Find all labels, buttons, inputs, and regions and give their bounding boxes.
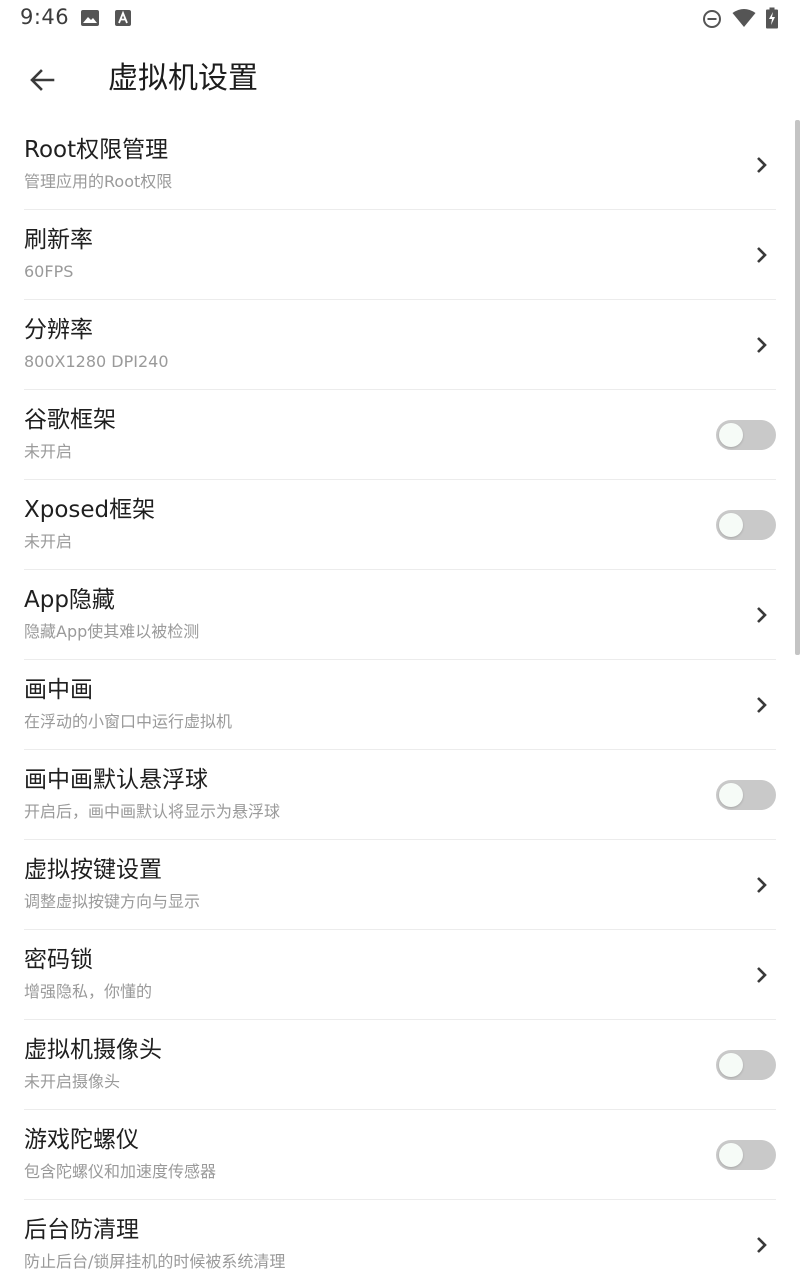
scrollbar[interactable] (795, 120, 800, 655)
setting-subtitle: 开启后，画中画默认将显示为悬浮球 (24, 802, 281, 821)
setting-title: 虚拟按键设置 (24, 857, 162, 883)
setting-subtitle: 调整虚拟按键方向与显示 (24, 892, 201, 911)
setting-subtitle: 800X1280 DPI240 (24, 352, 169, 371)
toolbar: 虚拟机设置 (0, 36, 800, 122)
toggle-knob (719, 1143, 743, 1167)
toggle-knob (719, 783, 743, 807)
xposed-framework-toggle[interactable] (716, 510, 776, 540)
page-title: 虚拟机设置 (108, 61, 258, 96)
setting-title: 画中画默认悬浮球 (24, 767, 208, 793)
setting-subtitle: 管理应用的Root权限 (24, 172, 173, 191)
setting-title: Xposed框架 (24, 497, 156, 523)
setting-item-pip-floating-ball[interactable]: 画中画默认悬浮球开启后，画中画默认将显示为悬浮球 (24, 750, 776, 840)
status-bar: 9:46 (0, 0, 800, 36)
chevron-right-icon (757, 877, 767, 893)
pip-floating-ball-toggle[interactable] (716, 780, 776, 810)
setting-item-resolution[interactable]: 分辨率 800X1280 DPI240 (24, 300, 776, 390)
setting-title: 分辨率 (24, 317, 93, 343)
setting-title: 密码锁 (24, 947, 93, 973)
toggle-knob (719, 1053, 743, 1077)
setting-title: 虚拟机摄像头 (24, 1037, 162, 1063)
settings-list: Root权限管理管理应用的Root权限刷新率 60FPS 分辨率 800X1280 D… (0, 120, 800, 1280)
setting-title: 画中画 (24, 677, 93, 703)
setting-item-virtual-keys[interactable]: 虚拟按键设置调整虚拟按键方向与显示 (24, 840, 776, 930)
wifi-icon (732, 9, 756, 27)
setting-subtitle: 在浮动的小窗口中运行虚拟机 (24, 712, 233, 731)
setting-subtitle: 未开启 (24, 442, 73, 461)
chevron-right-icon (757, 697, 767, 713)
back-button[interactable] (18, 56, 66, 104)
setting-item-xposed-framework[interactable]: Xposed框架未开启 (24, 480, 776, 570)
toggle-knob (719, 513, 743, 537)
setting-title: 谷歌框架 (24, 407, 116, 433)
status-time: 9:46 (20, 5, 70, 29)
setting-subtitle: 60FPS (24, 262, 74, 281)
setting-item-game-gyroscope[interactable]: 游戏陀螺仪包含陀螺仪和加速度传感器 (24, 1110, 776, 1200)
setting-subtitle: 包含陀螺仪和加速度传感器 (24, 1162, 217, 1181)
setting-title: Root权限管理 (24, 137, 169, 163)
setting-item-root-permission[interactable]: Root权限管理管理应用的Root权限 (24, 120, 776, 210)
setting-subtitle: 防止后台/锁屏挂机的时候被系统清理 (24, 1252, 286, 1271)
chevron-right-icon (757, 967, 767, 983)
setting-title: App隐藏 (24, 587, 115, 613)
setting-item-refresh-rate[interactable]: 刷新率 60FPS (24, 210, 776, 300)
setting-item-password-lock[interactable]: 密码锁增强隐私，你懂的 (24, 930, 776, 1020)
font-icon (115, 10, 131, 26)
setting-title: 刷新率 (24, 227, 93, 253)
chevron-right-icon (757, 1237, 767, 1253)
setting-item-app-hide[interactable]: App隐藏隐藏App使其难以被检测 (24, 570, 776, 660)
chevron-right-icon (757, 157, 767, 173)
setting-item-picture-in-picture[interactable]: 画中画在浮动的小窗口中运行虚拟机 (24, 660, 776, 750)
setting-item-google-framework[interactable]: 谷歌框架 未开启 (24, 390, 776, 480)
setting-item-vm-camera[interactable]: 虚拟机摄像头未开启摄像头 (24, 1020, 776, 1110)
chevron-right-icon (757, 247, 767, 263)
chevron-right-icon (757, 337, 767, 353)
setting-subtitle: 未开启 (24, 532, 73, 551)
game-gyroscope-toggle[interactable] (716, 1140, 776, 1170)
setting-title: 后台防清理 (24, 1217, 139, 1243)
battery-charging-icon (766, 7, 778, 29)
chevron-right-icon (757, 607, 767, 623)
setting-item-background-protect[interactable]: 后台防清理防止后台/锁屏挂机的时候被系统清理 (24, 1200, 776, 1280)
image-icon (81, 10, 99, 26)
setting-title: 游戏陀螺仪 (24, 1127, 139, 1153)
arrow-left-icon (30, 69, 55, 91)
do-not-disturb-icon (703, 10, 721, 28)
google-framework-toggle[interactable] (716, 420, 776, 450)
setting-subtitle: 隐藏App使其难以被检测 (24, 622, 200, 641)
setting-subtitle: 未开启摄像头 (24, 1072, 121, 1091)
vm-camera-toggle[interactable] (716, 1050, 776, 1080)
setting-subtitle: 增强隐私，你懂的 (24, 982, 153, 1001)
toggle-knob (719, 423, 743, 447)
vm-settings-page: 9:46 虚拟机设置 Root权限管理 管理应用的Root权限 刷新率 60FP… (0, 0, 800, 1280)
